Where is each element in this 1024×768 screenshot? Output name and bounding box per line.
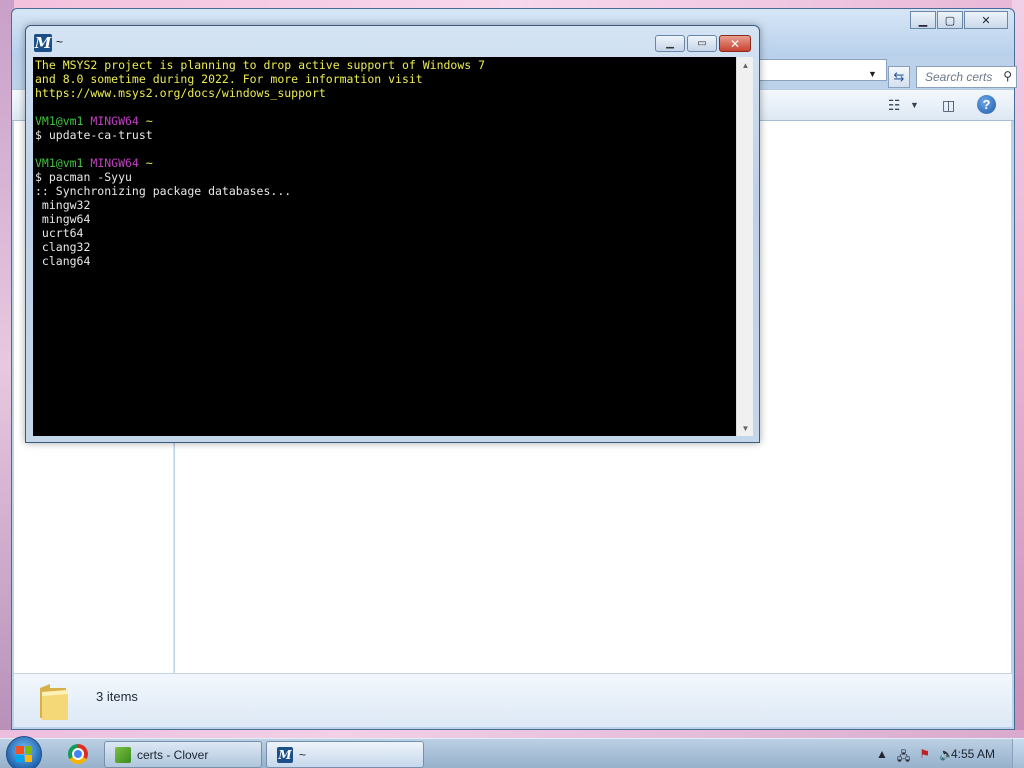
msys2-icon[interactable]: M: [34, 34, 52, 52]
terminal-line: The MSYS2 project is planning to drop ac…: [35, 58, 486, 72]
taskbar-item-label: ~: [299, 747, 307, 762]
scroll-down-icon[interactable]: ▼: [737, 420, 754, 436]
clover-icon: [115, 746, 131, 763]
terminal-line: mingw64: [35, 212, 91, 226]
show-desktop-button[interactable]: [1012, 739, 1024, 768]
terminal-line: and 8.0 sometime during 2022. For more i…: [35, 72, 423, 86]
explorer-window-controls: ▁ ▢ ✕: [909, 11, 1008, 29]
address-dropdown-icon[interactable]: ▼: [868, 69, 877, 79]
details-pane: 3 items: [14, 673, 1012, 727]
terminal-line: ucrt64: [35, 226, 84, 240]
prompt-env: MINGW64: [90, 114, 139, 128]
view-dropdown-icon[interactable]: ▼: [910, 100, 919, 110]
prompt-user: VM1@vm1: [35, 114, 84, 128]
prompt-dir: ~: [145, 156, 153, 170]
search-icon: ⚲: [1003, 69, 1012, 83]
clock[interactable]: 4:55 AM: [951, 747, 995, 761]
prompt-user: VM1@vm1: [35, 156, 84, 170]
windows-logo-icon: [16, 746, 32, 762]
explorer-minimize-button[interactable]: ▁: [910, 11, 936, 29]
search-placeholder: Search certs: [925, 70, 993, 84]
prompt-dir: ~: [145, 114, 153, 128]
terminal-line: $ pacman -Syyu: [35, 170, 132, 184]
terminal-maximize-button[interactable]: ▭: [687, 35, 717, 52]
start-button[interactable]: [6, 736, 42, 768]
terminal-minimize-button[interactable]: ▁: [655, 35, 685, 52]
taskbar: certs - Clover M ~ ▲ 🖧 ⚑ 🔊 4:55 AM: [0, 736, 1024, 768]
scroll-up-icon[interactable]: ▲: [737, 57, 754, 73]
terminal-console[interactable]: The MSYS2 project is planning to drop ac…: [33, 57, 736, 436]
terminal-line: VM1@vm1 MINGW64 ~: [35, 114, 734, 128]
terminal-close-button[interactable]: ✕: [719, 35, 751, 52]
network-icon[interactable]: 🖧: [897, 747, 910, 768]
terminal-scrollbar[interactable]: ▲ ▼: [736, 57, 753, 436]
taskbar-item-explorer[interactable]: certs - Clover: [104, 741, 262, 768]
chrome-icon[interactable]: [68, 744, 88, 764]
taskbar-item-label: certs - Clover: [137, 747, 209, 762]
explorer-maximize-button[interactable]: ▢: [937, 11, 963, 29]
terminal-line: :: Synchronizing package databases...: [35, 184, 292, 198]
preview-pane-icon[interactable]: ◫: [942, 97, 955, 114]
system-tray: ▲ 🖧 ⚑ 🔊: [876, 747, 954, 768]
taskbar-item-terminal[interactable]: M ~: [266, 741, 424, 768]
prompt-env: MINGW64: [90, 156, 139, 170]
explorer-close-button[interactable]: ✕: [964, 11, 1008, 29]
refresh-icon: ⇆: [893, 69, 905, 84]
refresh-button[interactable]: ⇆: [888, 66, 910, 88]
terminal-title: ~: [56, 35, 64, 49]
view-options-icon[interactable]: ☷: [888, 97, 901, 114]
terminal-line: $ update-ca-trust: [35, 128, 153, 142]
show-hidden-icons-icon[interactable]: ▲: [876, 747, 888, 768]
search-input[interactable]: Search certs ⚲: [916, 66, 1017, 88]
terminal-line: VM1@vm1 MINGW64 ~: [35, 156, 734, 170]
help-icon[interactable]: ?: [977, 95, 996, 114]
action-center-icon[interactable]: ⚑: [919, 747, 930, 768]
terminal-line: https://www.msys2.org/docs/windows_suppo…: [35, 86, 326, 100]
terminal-window-controls: ▁ ▭ ✕: [655, 35, 751, 52]
folder-icon: [40, 684, 68, 720]
terminal-line: mingw32: [35, 198, 91, 212]
items-count: 3 items: [96, 689, 138, 704]
terminal-window: M ~ ▁ ▭ ✕ The MSYS2 project is planning …: [25, 25, 760, 443]
msys2-taskbar-icon: M: [277, 746, 293, 763]
terminal-line: clang32: [35, 240, 91, 254]
terminal-line: clang64: [35, 254, 91, 268]
